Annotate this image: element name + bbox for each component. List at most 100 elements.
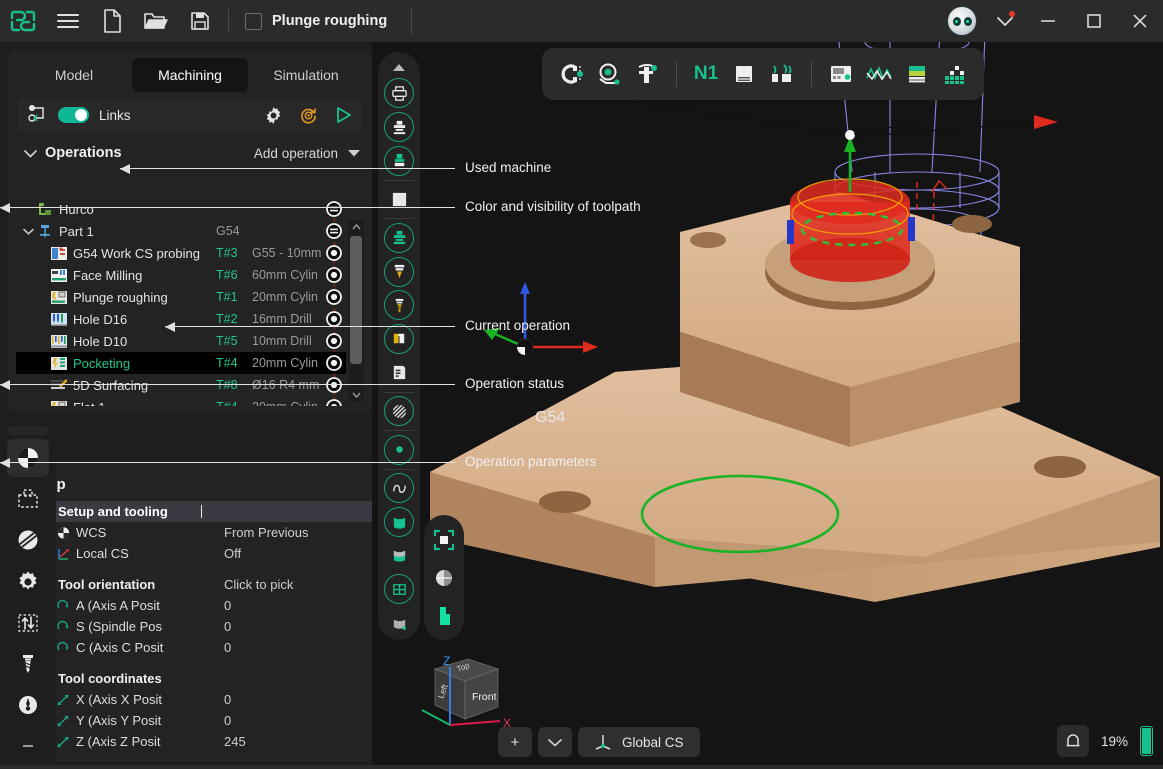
setup-row-value[interactable]: 0 bbox=[224, 692, 231, 707]
surface-icon[interactable] bbox=[382, 505, 416, 539]
more-rail-icon[interactable] bbox=[7, 728, 49, 765]
tree-row-pocketing[interactable]: PocketingT#420mm Cylin bbox=[16, 352, 346, 374]
add-operation-chevron-down-icon[interactable] bbox=[348, 149, 360, 157]
viewport-3d[interactable]: G54 bbox=[420, 42, 1163, 769]
setup-row-c-axis-c-posit[interactable]: C (Axis C Posit0 bbox=[16, 637, 372, 658]
tools-icon[interactable] bbox=[765, 55, 799, 93]
operation-status-icon[interactable] bbox=[326, 267, 342, 283]
tree-row-g54-work-cs-probing[interactable]: G54 Work CS probingT#3G55 - 10mm bbox=[16, 242, 346, 264]
surface-plain-icon[interactable] bbox=[382, 539, 416, 573]
holder-icon[interactable] bbox=[382, 322, 416, 356]
tree-row-5d-surfacing[interactable]: 5D SurfacingT#8Ø16 R4 mm bbox=[16, 374, 346, 396]
section-icon[interactable] bbox=[429, 601, 459, 631]
stock-box-icon[interactable] bbox=[7, 481, 49, 518]
setup-row-value[interactable]: 245 bbox=[224, 734, 246, 749]
hamburger-menu-button[interactable] bbox=[46, 0, 90, 42]
tree-row-part-1[interactable]: Part 1G54 bbox=[16, 220, 346, 242]
document-chip[interactable]: Plunge roughing bbox=[235, 0, 397, 42]
measure-icon[interactable] bbox=[592, 55, 626, 93]
operation-status-icon[interactable] bbox=[326, 289, 342, 305]
graph-icon[interactable] bbox=[862, 55, 896, 93]
scroll-up-icon[interactable] bbox=[348, 220, 364, 234]
minimize-button[interactable] bbox=[1025, 0, 1071, 42]
setup-row-x-axis-x-posit[interactable]: X (Axis X Posit0 bbox=[16, 689, 372, 710]
open-folder-button[interactable] bbox=[134, 0, 178, 42]
operation-status-icon[interactable] bbox=[326, 333, 342, 349]
save-button[interactable] bbox=[178, 0, 222, 42]
operation-status-icon[interactable] bbox=[326, 245, 342, 261]
setup-row-value[interactable]: 0 bbox=[224, 640, 231, 655]
tab-simulation[interactable]: Simulation bbox=[248, 58, 364, 92]
shading-ball-icon[interactable] bbox=[429, 563, 459, 593]
close-button[interactable] bbox=[1117, 0, 1163, 42]
recalculate-icon[interactable] bbox=[299, 106, 318, 125]
fit-view-icon[interactable] bbox=[429, 525, 459, 555]
tree-row-flat-1[interactable]: Flat 1T#420mm Cylin bbox=[16, 396, 346, 406]
maximize-button[interactable] bbox=[1071, 0, 1117, 42]
tree-row-plunge-roughing[interactable]: Plunge roughingT#120mm Cylin bbox=[16, 286, 346, 308]
operation-status-icon[interactable] bbox=[326, 311, 342, 327]
machine-print-icon[interactable] bbox=[382, 77, 416, 111]
operation-status-icon[interactable] bbox=[326, 223, 342, 239]
setup-row-value[interactable]: 0 bbox=[224, 713, 231, 728]
setup-row-value[interactable]: Off bbox=[224, 546, 241, 561]
caliper-icon[interactable] bbox=[630, 55, 664, 93]
setup-row-s-spindle-pos[interactable]: S (Spindle Pos0 bbox=[16, 616, 372, 637]
hatch-icon[interactable] bbox=[382, 394, 416, 428]
histogram-icon[interactable] bbox=[938, 55, 972, 93]
fixture-icon[interactable] bbox=[382, 110, 416, 144]
stock-green-icon[interactable] bbox=[382, 144, 416, 178]
scroll-down-icon[interactable] bbox=[348, 388, 364, 402]
scrollbar-thumb[interactable] bbox=[350, 236, 362, 364]
tree-chevron-icon[interactable] bbox=[20, 228, 36, 235]
operation-status-icon[interactable] bbox=[326, 399, 342, 406]
gear-icon[interactable] bbox=[7, 563, 49, 600]
gear-icon[interactable] bbox=[264, 106, 283, 125]
shell-icon[interactable] bbox=[382, 606, 416, 640]
setup-row-value[interactable]: Click to pick bbox=[224, 577, 293, 592]
setup-row-tool-coordinates[interactable]: Tool coordinates bbox=[16, 668, 372, 689]
operations-collapse-chevron-icon[interactable] bbox=[24, 149, 37, 158]
transfer-icon[interactable] bbox=[7, 604, 49, 641]
operations-scrollbar[interactable] bbox=[348, 220, 364, 402]
magnet-icon[interactable] bbox=[554, 55, 588, 93]
notifications-chevron-button[interactable] bbox=[985, 0, 1025, 42]
play-icon[interactable] bbox=[334, 106, 352, 124]
global-cs-button[interactable]: Global CS bbox=[578, 727, 700, 757]
add-cs-button[interactable]: + bbox=[498, 727, 532, 757]
setup-row-y-axis-y-posit[interactable]: Y (Axis Y Posit0 bbox=[16, 710, 372, 731]
app-logo[interactable] bbox=[0, 0, 46, 42]
layers-icon[interactable] bbox=[900, 55, 934, 93]
setup-row-setup-and-tooling[interactable]: Setup and tooling bbox=[16, 501, 372, 522]
tool-green-icon[interactable] bbox=[382, 221, 416, 255]
setup-row-local-cs[interactable]: Local CSOff bbox=[16, 543, 372, 564]
n1-button[interactable]: N1 bbox=[689, 55, 723, 93]
curve-icon[interactable] bbox=[382, 471, 416, 505]
operation-status-icon[interactable] bbox=[326, 201, 342, 217]
add-operation-button[interactable]: Add operation bbox=[254, 146, 338, 161]
page-icon[interactable] bbox=[727, 55, 761, 93]
setup-row-value[interactable]: From Previous bbox=[224, 525, 309, 540]
setup-row-value[interactable]: 0 bbox=[224, 619, 231, 634]
setup-row-a-axis-a-posit[interactable]: A (Axis A Posit0 bbox=[16, 595, 372, 616]
setup-row-value[interactable]: 0 bbox=[224, 598, 231, 613]
view-sphere-icon[interactable] bbox=[7, 439, 49, 476]
machine-panel-icon[interactable] bbox=[824, 55, 858, 93]
drill-bit-icon[interactable] bbox=[382, 288, 416, 322]
globe-icon[interactable] bbox=[7, 522, 49, 559]
user-avatar[interactable] bbox=[947, 6, 977, 36]
solid-square-icon[interactable] bbox=[382, 182, 416, 216]
tree-row-hurco[interactable]: Hurco bbox=[16, 198, 346, 220]
tree-row-face-milling[interactable]: Face MillingT#660mm Cylin bbox=[16, 264, 346, 286]
setup-row-tool-orientation[interactable]: Tool orientationClick to pick bbox=[16, 574, 372, 595]
tool-tip-icon[interactable] bbox=[382, 255, 416, 289]
collapse-up-icon[interactable] bbox=[382, 58, 416, 77]
bell-icon[interactable] bbox=[1057, 725, 1089, 757]
tab-model[interactable]: Model bbox=[16, 58, 132, 92]
cs-dropdown-chevron-down-icon[interactable] bbox=[538, 727, 572, 757]
mesh-grid-icon[interactable] bbox=[382, 573, 416, 607]
links-toggle[interactable] bbox=[58, 107, 89, 123]
operation-status-icon[interactable] bbox=[326, 355, 342, 371]
setup-row-wcs[interactable]: WCSFrom Previous bbox=[16, 522, 372, 543]
operation-status-icon[interactable] bbox=[326, 377, 342, 393]
